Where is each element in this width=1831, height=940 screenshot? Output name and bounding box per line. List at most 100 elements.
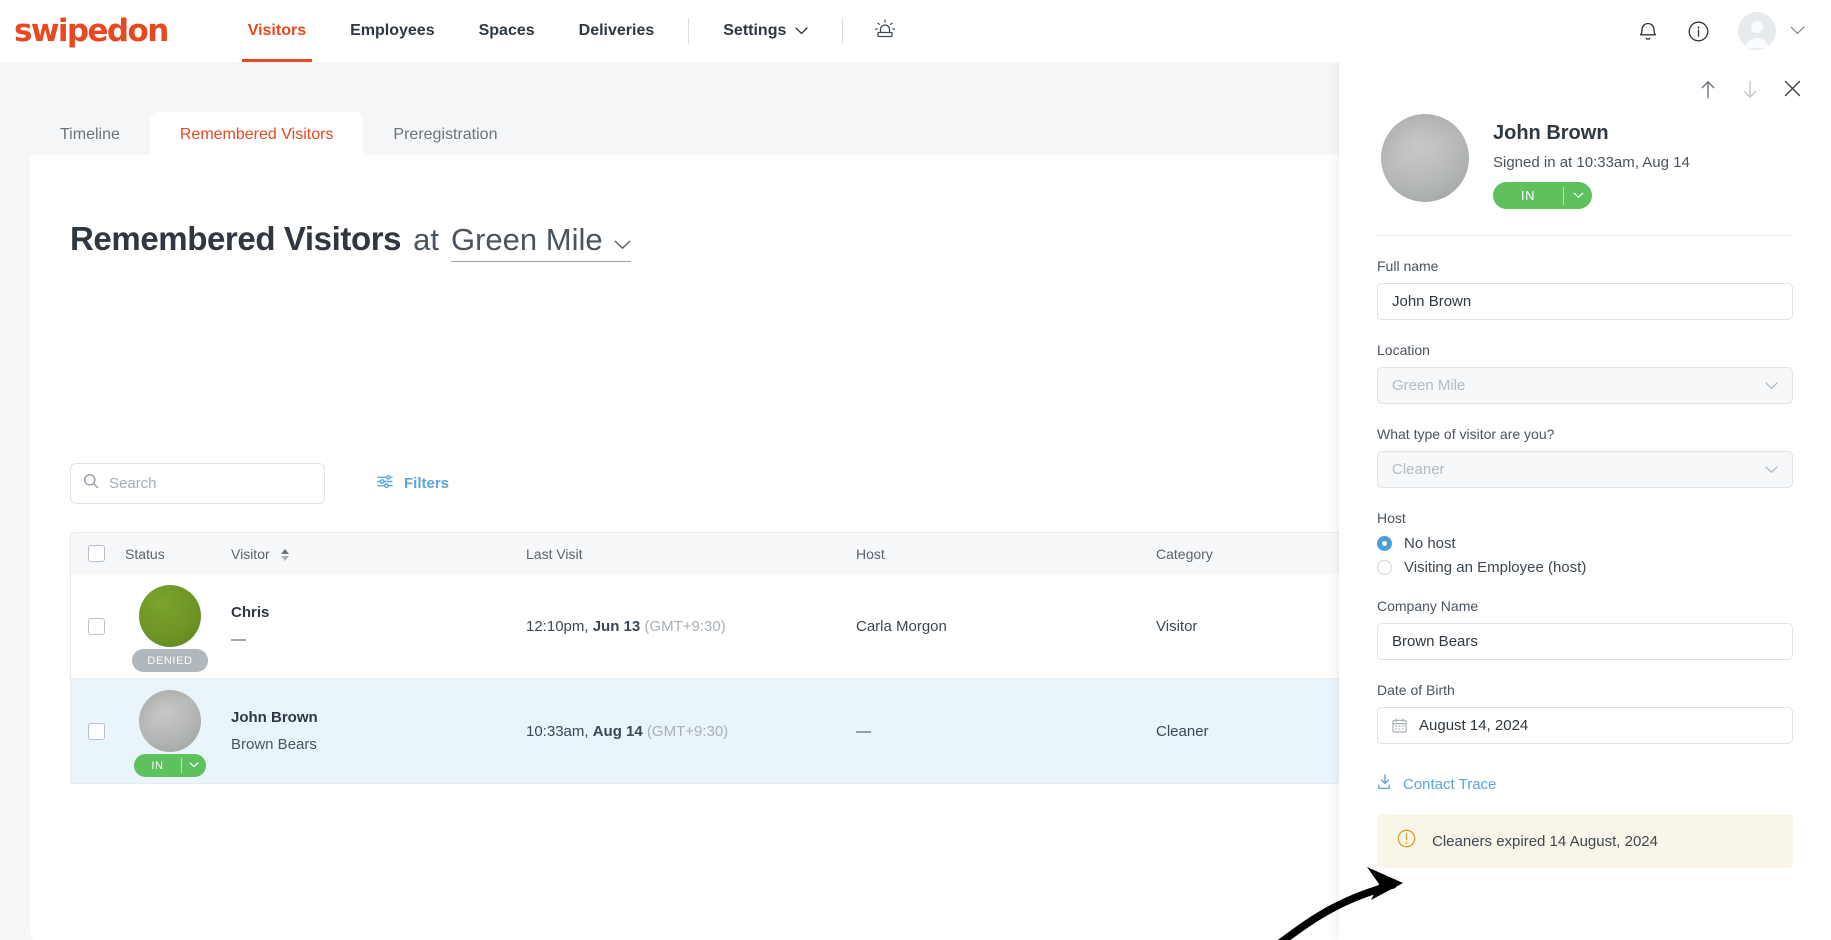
radio-visiting-employee-label: Visiting an Employee (host) bbox=[1404, 559, 1587, 576]
visitor-name: Chris bbox=[231, 604, 270, 621]
panel-form: Full name John Brown Location Green Mile… bbox=[1339, 258, 1831, 868]
search-input[interactable] bbox=[109, 475, 299, 492]
row-checkbox[interactable] bbox=[87, 617, 105, 635]
column-header-last-visit[interactable]: Last Visit bbox=[526, 546, 856, 562]
last-visit-date: Aug 14 bbox=[592, 722, 643, 740]
company-name-label: Company Name bbox=[1377, 598, 1479, 614]
download-icon bbox=[1377, 774, 1393, 794]
user-menu[interactable] bbox=[1738, 12, 1805, 50]
page-title: Remembered Visitors at Green Mile bbox=[70, 220, 631, 262]
close-icon[interactable] bbox=[1784, 80, 1801, 104]
full-name-value: John Brown bbox=[1392, 293, 1472, 310]
status-badge[interactable]: IN bbox=[134, 754, 206, 777]
chevron-down-icon bbox=[1765, 461, 1778, 478]
location-picker[interactable]: Green Mile bbox=[450, 222, 631, 262]
select-all-cell bbox=[71, 545, 121, 562]
field-host: Host No host Visiting an Employee (host) bbox=[1377, 510, 1793, 576]
tab-remembered-visitors-label: Remembered Visitors bbox=[179, 126, 334, 143]
bell-icon[interactable] bbox=[1637, 20, 1659, 43]
date-of-birth-value: August 14, 2024 bbox=[1419, 717, 1529, 734]
column-header-status[interactable]: Status bbox=[121, 546, 231, 562]
radio-no-host[interactable]: No host bbox=[1377, 535, 1793, 552]
panel-nav-icons bbox=[1339, 62, 1831, 104]
radio-no-host-input[interactable] bbox=[1377, 536, 1392, 551]
search-filter-row: Filters bbox=[70, 463, 449, 504]
nav-item-settings-label: Settings bbox=[723, 22, 787, 39]
column-header-host[interactable]: Host bbox=[856, 546, 1156, 562]
tab-timeline-label: Timeline bbox=[60, 126, 120, 143]
field-company-name: Company Name Brown Bears bbox=[1377, 598, 1793, 660]
expiry-warning-banner: Cleaners expired 14 August, 2024 bbox=[1377, 814, 1793, 868]
chevron-down-icon bbox=[1765, 377, 1778, 394]
sort-icon[interactable] bbox=[280, 548, 289, 561]
full-name-label: Full name bbox=[1377, 258, 1439, 274]
nav-item-settings[interactable]: Settings bbox=[701, 0, 830, 62]
row-last-visit-cell: 10:33am, Aug 14 (GMT+9:30) bbox=[526, 723, 856, 740]
radio-no-host-label: No host bbox=[1404, 535, 1456, 552]
siren-icon bbox=[873, 17, 897, 46]
tab-timeline[interactable]: Timeline bbox=[30, 112, 150, 158]
row-visitor-cell: Chris — bbox=[231, 604, 526, 648]
search-box[interactable] bbox=[70, 463, 325, 504]
location-select[interactable]: Green Mile bbox=[1377, 367, 1793, 404]
nav-item-visitors[interactable]: Visitors bbox=[226, 0, 328, 62]
swipedon-logo[interactable]: swipedon bbox=[14, 13, 169, 49]
visitor-detail-panel: John Brown Signed in at 10:33am, Aug 14 … bbox=[1339, 62, 1831, 940]
tab-preregistration[interactable]: Preregistration bbox=[363, 112, 527, 158]
row-select-cell bbox=[71, 617, 121, 635]
radio-visiting-employee-input[interactable] bbox=[1377, 560, 1392, 575]
field-full-name: Full name John Brown bbox=[1377, 258, 1793, 320]
location-value: Green Mile bbox=[1392, 377, 1466, 394]
contact-trace-label: Contact Trace bbox=[1403, 775, 1497, 793]
visitor-type-value: Cleaner bbox=[1392, 461, 1445, 478]
field-location: Location Green Mile bbox=[1377, 342, 1793, 404]
full-name-input[interactable]: John Brown bbox=[1377, 283, 1793, 320]
contact-trace-link[interactable]: Contact Trace bbox=[1377, 774, 1793, 794]
arrow-down-icon[interactable] bbox=[1742, 80, 1758, 104]
visitor-avatar-status: IN bbox=[125, 690, 215, 780]
arrow-up-icon[interactable] bbox=[1700, 80, 1716, 104]
tab-preregistration-label: Preregistration bbox=[393, 126, 498, 143]
panel-signed-in-text: Signed in at 10:33am, Aug 14 bbox=[1493, 154, 1690, 171]
visitor-company: Brown Bears bbox=[231, 736, 317, 753]
top-navigation-bar: swipedon Visitors Employees Spaces Deliv… bbox=[0, 0, 1831, 62]
siren-alert-button[interactable] bbox=[855, 0, 915, 62]
info-circle-icon[interactable] bbox=[1687, 20, 1710, 43]
row-host-cell: — bbox=[856, 722, 871, 740]
panel-header: John Brown Signed in at 10:33am, Aug 14 … bbox=[1339, 104, 1831, 209]
chevron-down-icon[interactable] bbox=[1564, 190, 1592, 202]
row-status-cell: IN bbox=[121, 682, 231, 780]
radio-visiting-employee[interactable]: Visiting an Employee (host) bbox=[1377, 559, 1793, 576]
filters-label: Filters bbox=[404, 475, 450, 492]
panel-avatar bbox=[1381, 114, 1469, 202]
page-title-at: at bbox=[413, 222, 439, 257]
nav-item-spaces[interactable]: Spaces bbox=[457, 0, 557, 62]
chevron-down-icon bbox=[795, 22, 809, 40]
column-header-visitor[interactable]: Visitor bbox=[231, 546, 526, 562]
visitor-name: John Brown bbox=[231, 709, 318, 726]
company-name-value: Brown Bears bbox=[1392, 633, 1478, 650]
search-icon bbox=[83, 473, 99, 494]
panel-visitor-name: John Brown bbox=[1493, 122, 1609, 144]
filters-icon bbox=[377, 474, 394, 493]
chevron-down-icon[interactable] bbox=[182, 760, 206, 771]
date-of-birth-label: Date of Birth bbox=[1377, 682, 1455, 698]
nav-item-employees[interactable]: Employees bbox=[328, 0, 456, 62]
row-checkbox[interactable] bbox=[87, 722, 105, 740]
nav-right-icons bbox=[1637, 12, 1805, 50]
warning-icon bbox=[1397, 829, 1416, 853]
panel-divider bbox=[1377, 235, 1793, 236]
filters-button[interactable]: Filters bbox=[377, 474, 449, 493]
row-visitor-cell: John Brown Brown Bears bbox=[231, 709, 526, 753]
location-picker-label: Green Mile bbox=[450, 222, 603, 257]
status-badge[interactable]: DENIED bbox=[132, 649, 208, 672]
date-of-birth-input[interactable]: August 14, 2024 bbox=[1377, 707, 1793, 744]
tab-remembered-visitors[interactable]: Remembered Visitors bbox=[149, 112, 364, 158]
nav-item-deliveries[interactable]: Deliveries bbox=[557, 0, 677, 62]
expiry-warning-text: Cleaners expired 14 August, 2024 bbox=[1432, 832, 1658, 850]
visitor-type-select[interactable]: Cleaner bbox=[1377, 451, 1793, 488]
grey-avatar bbox=[139, 690, 201, 752]
select-all-checkbox[interactable] bbox=[87, 545, 105, 562]
company-name-input[interactable]: Brown Bears bbox=[1377, 623, 1793, 660]
panel-status-button[interactable]: IN bbox=[1493, 182, 1592, 209]
